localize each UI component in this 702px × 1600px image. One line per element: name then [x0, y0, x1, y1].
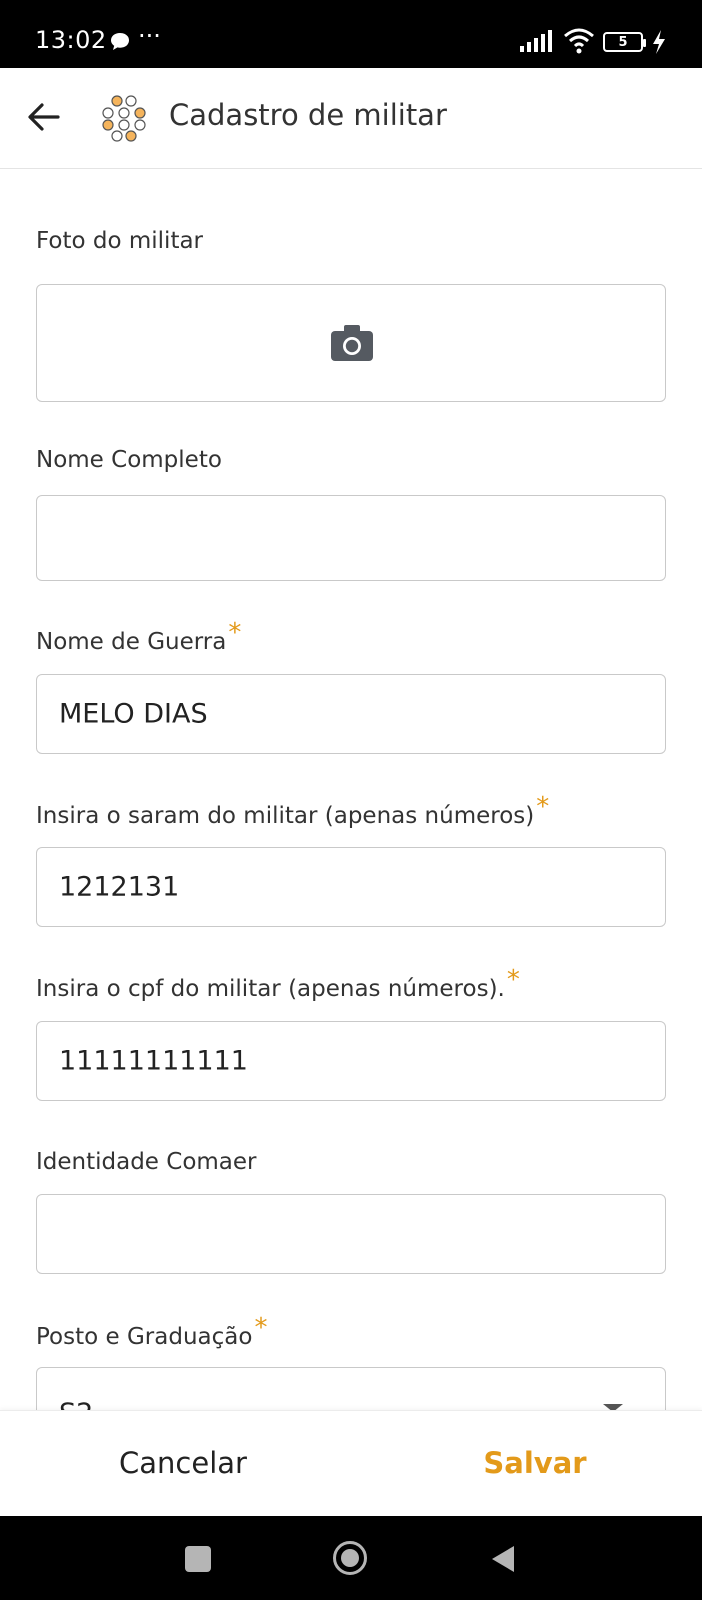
photo-label-text: Foto do militar [36, 228, 204, 254]
signal-icon [520, 30, 552, 52]
battery-level: 5 [618, 34, 628, 50]
saram-label-text: Insira o saram do militar (apenas número… [36, 803, 535, 829]
recent-apps-icon[interactable] [185, 1546, 211, 1572]
war-name-label-text: Nome de Guerra [36, 629, 227, 655]
app-bar: Cadastro de militar [0, 68, 702, 169]
cpf-label: Insira o cpf do militar (apenas números)… [36, 965, 520, 1003]
required-mark: * [536, 792, 550, 822]
cpf-value: 11111111111 [59, 1045, 248, 1077]
required-mark: * [228, 618, 242, 648]
full-name-input[interactable] [36, 495, 666, 581]
full-name-label-text: Nome Completo [36, 447, 222, 473]
status-more-dots: ··· [138, 22, 161, 50]
charging-bolt-icon [653, 30, 665, 54]
required-mark: * [506, 965, 520, 995]
save-button[interactable]: Salvar [430, 1433, 640, 1493]
page-title: Cadastro de militar [169, 98, 447, 132]
cpf-input[interactable]: 11111111111 [36, 1021, 666, 1101]
saram-input[interactable]: 1212131 [36, 847, 666, 927]
saram-value: 1212131 [59, 871, 180, 903]
required-mark: * [254, 1313, 268, 1343]
wifi-icon [564, 28, 594, 54]
rank-label: Posto e Graduação* [36, 1313, 267, 1351]
war-name-label: Nome de Guerra* [36, 618, 241, 656]
saram-label: Insira o saram do militar (apenas número… [36, 792, 549, 830]
back-triangle-icon[interactable] [490, 1544, 516, 1574]
back-arrow-icon[interactable] [26, 99, 62, 135]
war-name-input[interactable]: MELO DIAS [36, 674, 666, 754]
cpf-label-text: Insira o cpf do militar (apenas números)… [36, 976, 505, 1002]
photo-label: Foto do militar [36, 228, 203, 254]
camera-icon [331, 325, 373, 361]
war-name-value: MELO DIAS [59, 698, 208, 730]
photo-picker[interactable] [36, 284, 666, 402]
system-nav-bar [0, 1516, 702, 1600]
home-icon[interactable] [332, 1540, 368, 1576]
status-time: 13:02 [35, 26, 107, 54]
app-logo-icon [102, 95, 146, 142]
status-bar: 13:02 ··· 5 [0, 0, 702, 68]
cancel-button[interactable]: Cancelar [78, 1433, 288, 1493]
chat-bubble-icon [111, 33, 129, 50]
full-name-label: Nome Completo [36, 447, 222, 473]
action-bar: Cancelar Salvar [0, 1410, 702, 1517]
rank-label-text: Posto e Graduação [36, 1324, 253, 1350]
battery-icon: 5 [603, 32, 646, 52]
identity-label-text: Identidade Comaer [36, 1149, 257, 1175]
identity-input[interactable] [36, 1194, 666, 1274]
identity-label: Identidade Comaer [36, 1149, 257, 1175]
